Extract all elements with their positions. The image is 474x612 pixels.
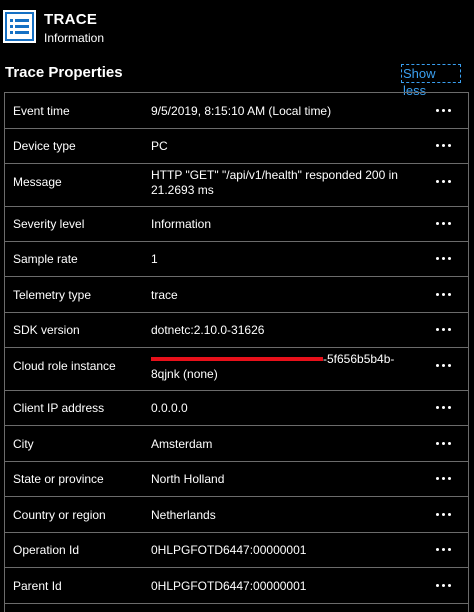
blade-header: TRACE Information	[0, 0, 474, 56]
property-label: State or province	[13, 472, 104, 486]
property-value-line2: 8qjnk (none)	[151, 367, 218, 381]
list-document-icon	[3, 10, 36, 43]
property-value: Information	[151, 217, 212, 231]
property-value: -5f656b5b4b- 8qjnk (none)	[151, 352, 421, 382]
property-label: Client IP address	[13, 401, 105, 415]
property-label: Cloud role instance	[13, 359, 116, 373]
section-title: Trace Properties	[5, 64, 123, 81]
property-label: Message	[13, 175, 62, 189]
property-value: 1	[151, 252, 158, 266]
property-row: Message HTTP "GET" "/api/v1/health" respo…	[5, 164, 468, 207]
property-row: Telemetry type trace	[5, 277, 468, 313]
property-row: Parent Id 0HLPGFOTD6447:00000001	[5, 568, 468, 604]
property-label: Country or region	[13, 508, 106, 522]
property-value-suffix: -5f656b5b4b-	[323, 352, 395, 366]
more-options-icon[interactable]	[434, 361, 454, 371]
property-label: City	[13, 437, 34, 451]
property-row: State or province North Holland	[5, 462, 468, 497]
redaction-mark	[151, 356, 323, 361]
property-value: trace	[151, 288, 178, 302]
property-row: Device type PC	[5, 129, 468, 164]
property-label: Severity level	[13, 217, 85, 231]
property-value: 0.0.0.0	[151, 401, 188, 415]
page-title: TRACE	[44, 11, 98, 28]
property-row: Cloud role instance -5f656b5b4b- 8qjnk (no…	[5, 348, 468, 391]
property-value: 0HLPGFOTD6447:00000001	[151, 543, 307, 557]
property-row: Client IP address 0.0.0.0	[5, 391, 468, 426]
property-value: 0HLPGFOTD6447:00000001	[151, 579, 307, 593]
property-row: Country or region Netherlands	[5, 497, 468, 533]
more-options-icon[interactable]	[434, 106, 454, 116]
property-value: PC	[151, 139, 168, 153]
property-row: Event time 9/5/2019, 8:15:10 AM (Local ti…	[5, 93, 468, 129]
property-value: North Holland	[151, 472, 225, 486]
property-label: Event time	[13, 104, 70, 118]
more-options-icon[interactable]	[434, 141, 454, 151]
property-value: 9/5/2019, 8:15:10 AM (Local time)	[151, 104, 332, 118]
property-label: Sample rate	[13, 252, 78, 266]
property-value: dotnetc:2.10.0-31626	[151, 323, 265, 337]
more-options-icon[interactable]	[434, 219, 454, 229]
more-options-icon[interactable]	[434, 403, 454, 413]
more-options-icon[interactable]	[434, 510, 454, 520]
property-label: Telemetry type	[13, 288, 92, 302]
more-options-icon[interactable]	[434, 581, 454, 591]
property-label: Operation Id	[13, 543, 80, 557]
property-label: SDK version	[13, 323, 80, 337]
property-row: Severity level Information	[5, 207, 468, 242]
more-options-icon[interactable]	[434, 474, 454, 484]
property-row: Sample rate 1	[5, 242, 468, 277]
property-row: Operation Id 0HLPGFOTD6447:00000001	[5, 533, 468, 568]
more-options-icon[interactable]	[434, 545, 454, 555]
properties-table: Event time 9/5/2019, 8:15:10 AM (Local ti…	[4, 92, 469, 612]
property-label: Parent Id	[13, 579, 62, 593]
property-value: Amsterdam	[151, 437, 213, 451]
property-row: SDK version dotnetc:2.10.0-31626	[5, 313, 468, 348]
more-options-icon[interactable]	[434, 177, 454, 187]
page-subtitle: Information	[44, 31, 105, 45]
property-label: Device type	[13, 139, 76, 153]
more-options-icon[interactable]	[434, 254, 454, 264]
more-options-icon[interactable]	[434, 439, 454, 449]
property-row: City Amsterdam	[5, 426, 468, 462]
more-options-icon[interactable]	[434, 325, 454, 335]
more-options-icon[interactable]	[434, 290, 454, 300]
show-less-link[interactable]: Show less	[401, 64, 461, 98]
property-value: HTTP "GET" "/api/v1/health" responded 20…	[151, 168, 398, 197]
property-value: Netherlands	[151, 508, 216, 522]
